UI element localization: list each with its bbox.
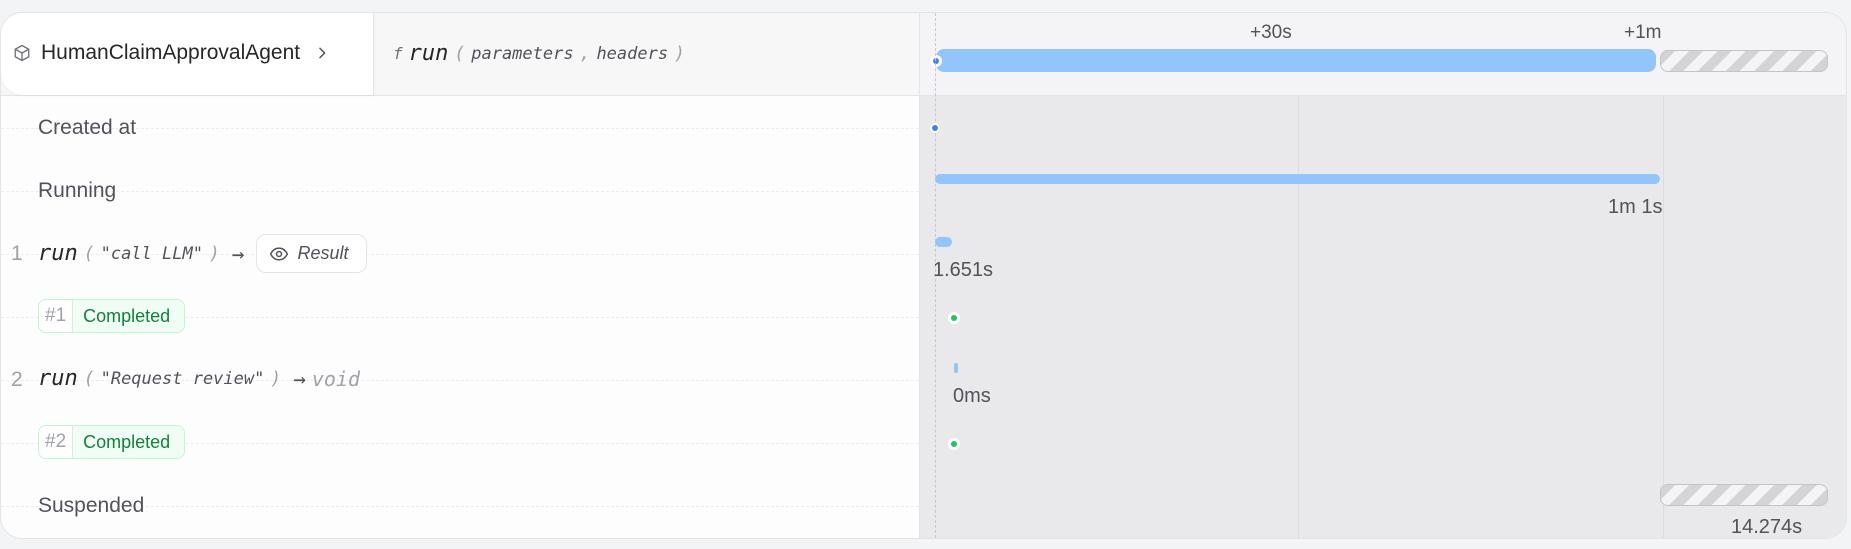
timeline-header: +30s +1m (919, 13, 1846, 95)
suspended-label: Suspended (38, 494, 145, 517)
param-headers: headers (596, 43, 669, 64)
agent-breadcrumb[interactable]: HumanClaimApprovalAgent (1, 13, 374, 95)
running-duration: 1m 1s (1608, 196, 1663, 218)
agent-link[interactable]: HumanClaimApprovalAgent (13, 41, 330, 65)
eye-icon (270, 246, 289, 261)
step-2-bar[interactable] (954, 363, 958, 373)
step-1-bar[interactable] (935, 237, 952, 247)
trace-header: HumanClaimApprovalAgent f run ( paramete… (1, 13, 1846, 96)
header-suspended-bar[interactable] (1660, 50, 1828, 72)
cube-icon (14, 44, 30, 62)
arrow-right-icon: → (231, 241, 245, 266)
function-name: run (408, 41, 449, 66)
step-1-fn: run (38, 241, 78, 266)
attempt-1-status: Completed (73, 300, 185, 332)
chevron-right-icon (319, 47, 326, 59)
paren-close: ) (208, 243, 220, 264)
attempt-1-dot (951, 315, 957, 321)
running-bar[interactable] (935, 174, 1660, 184)
attempt-2-status: Completed (73, 426, 185, 458)
step-2-call: run ( "Request review" ) → void (38, 366, 360, 391)
step-1-call: run ( "call LLM" ) → Result (38, 234, 368, 273)
attempt-2-dot (951, 441, 957, 447)
suspended-bar[interactable] (1660, 484, 1828, 506)
arrow-right-icon: → (293, 366, 306, 391)
created-dot (932, 125, 938, 131)
header-running-bar[interactable] (936, 49, 1656, 72)
step-1-duration: 1.651s (933, 259, 994, 281)
result-label: Result (297, 243, 349, 263)
step-2-duration: 0ms (953, 385, 991, 407)
paren-open: ( (454, 43, 466, 64)
function-signature: f run ( parameters , headers ) (393, 41, 685, 66)
trace-panel: HumanClaimApprovalAgent f run ( paramete… (0, 12, 1847, 539)
paren-open: ( (83, 368, 95, 389)
paren-open: ( (83, 243, 95, 264)
running-label: Running (38, 179, 117, 202)
step-number-2: 2 (11, 368, 23, 391)
header-start-dot (933, 58, 939, 64)
step-1-arg: "call LLM" (100, 243, 203, 264)
row-divider (1, 191, 919, 192)
gridline-1m (1663, 95, 1664, 538)
attempt-1-badge[interactable]: #1 Completed (38, 299, 186, 333)
attempt-2-number: #2 (39, 426, 74, 458)
function-icon: f (393, 44, 403, 63)
row-divider (1, 128, 919, 129)
step-number-1: 1 (11, 242, 23, 265)
gridline-30s (1298, 95, 1299, 538)
result-button[interactable]: Result (256, 234, 368, 273)
attempt-2-badge[interactable]: #2 Completed (38, 425, 186, 459)
agent-name: HumanClaimApprovalAgent (41, 41, 301, 64)
step-2-arg: "Request review" (100, 368, 265, 389)
step-2-return-type: void (311, 366, 361, 391)
tick-1m: +1m (1624, 22, 1662, 43)
step-2-fn: run (38, 366, 78, 391)
paren-close: ) (674, 43, 685, 64)
param-parameters: parameters (471, 43, 574, 64)
comma: , (579, 43, 591, 64)
tick-30s: +30s (1250, 22, 1292, 43)
attempt-1-number: #1 (39, 300, 74, 332)
suspended-duration: 14.274s (1731, 516, 1803, 538)
paren-close: ) (270, 368, 282, 389)
created-at-label: Created at (38, 116, 137, 139)
